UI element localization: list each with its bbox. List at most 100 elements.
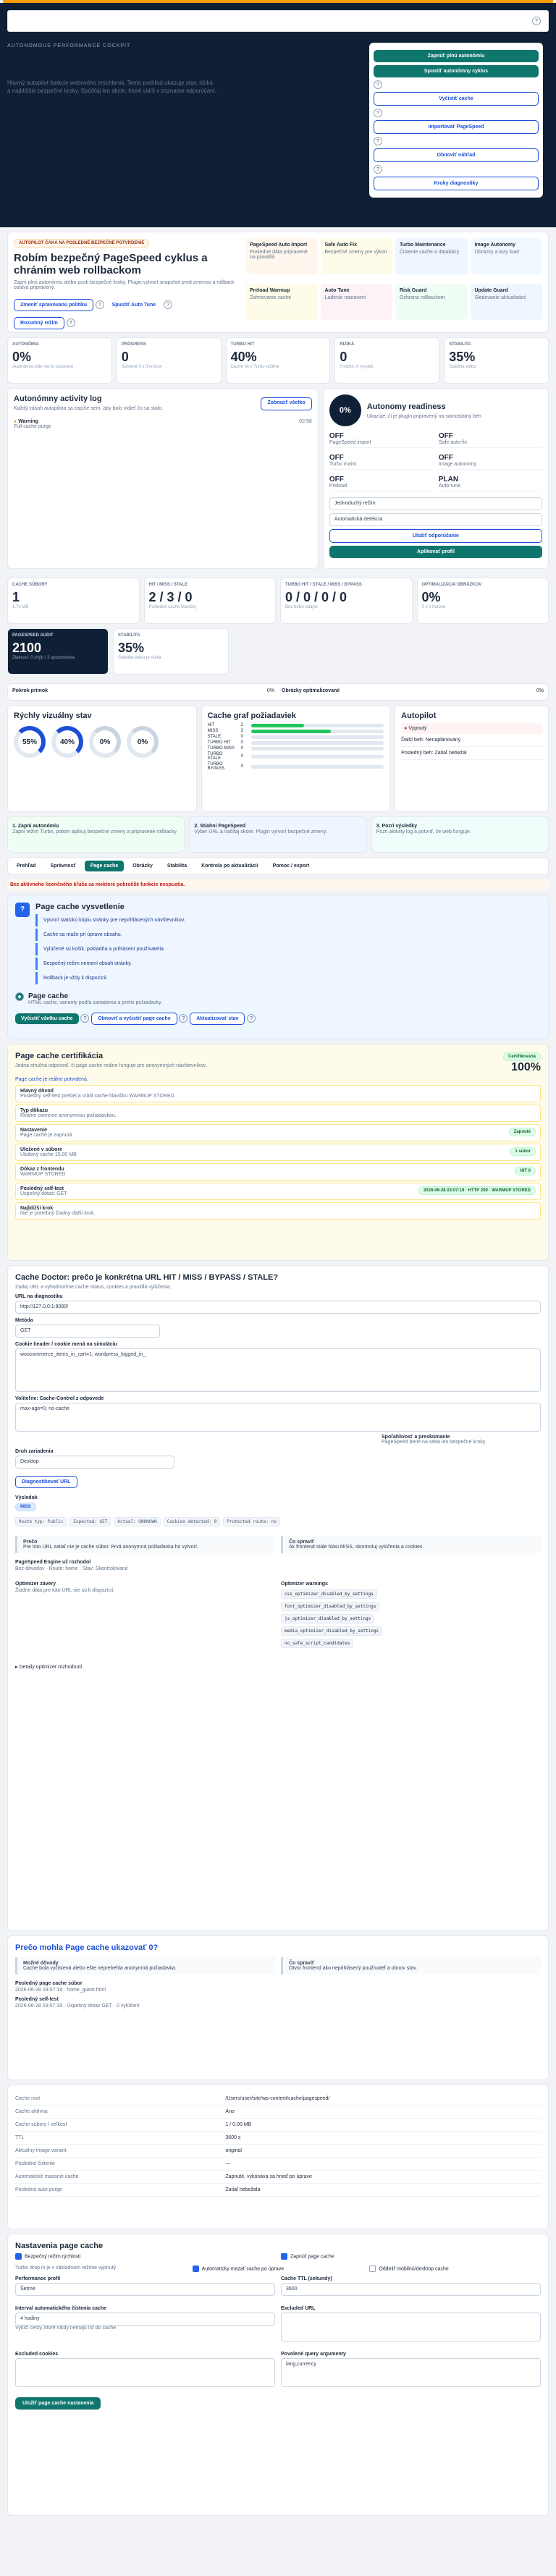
info-icon[interactable]: ? [374, 165, 382, 174]
cache-graph-bar [250, 746, 384, 751]
cert-sub: Jedna stručná odpoveď, či page cache reá… [15, 1063, 207, 1068]
apply-profile-button[interactable]: Aplikovať profil [329, 546, 542, 558]
enable-cache-checkbox[interactable] [15, 2253, 22, 2260]
query-args-textarea[interactable]: lang,currency [281, 2358, 541, 2387]
readiness-cell-value: PLAN [438, 476, 459, 483]
info-icon[interactable]: ? [95, 300, 104, 309]
save-settings-button[interactable]: Uložiť page cache nastavenia [15, 2397, 101, 2410]
info-icon[interactable]: ? [66, 318, 75, 327]
kpi-label: AUTONÓMIA [12, 342, 39, 347]
tab-item[interactable]: Prehľad [11, 861, 41, 871]
cookie-textarea[interactable]: woocommerce_items_in_cart=1; wordpress_l… [15, 1348, 541, 1392]
auto-tune-button[interactable]: Spustiť Auto Tune [106, 299, 162, 311]
tab-item[interactable]: Správnosť [44, 861, 81, 871]
status-ring: 0% [127, 726, 159, 758]
audit-value: 2100 [12, 641, 42, 655]
info-value: 3600 s [225, 2135, 241, 2140]
cache-graph-fill [250, 723, 304, 727]
url-input[interactable]: http://127.0.0.1:8080/ [15, 1301, 541, 1314]
update-state-button[interactable]: Aktualizovať stav [190, 1013, 245, 1025]
cache-graph-row: MISS 3 [208, 729, 384, 733]
safe-mode-label: Bezpečný režim rýchlosti [25, 2254, 81, 2260]
kpi-label: RIZIKÁ [340, 342, 355, 347]
method-select[interactable]: GET [15, 1325, 160, 1338]
run-cycle-button[interactable]: Spustiť autonómny cyklus [374, 65, 539, 77]
step-card: 3. Pozri výsledky Pozri aktivity log a po… [371, 816, 549, 853]
help-icon[interactable]: ? [532, 17, 541, 25]
reasonable-mode-button[interactable]: Rozumný režim [14, 316, 64, 329]
stat-card: HIT / MISS / STALE 2 / 3 / 0 Posledné cach… [143, 578, 276, 624]
cert-row-value: Nie je potrebný žiadny ďalší krok. [20, 1211, 96, 1216]
activity-item-time: 02:58 [299, 419, 312, 424]
purge-all-button[interactable]: Vyčistiť všetku cache [15, 1013, 79, 1024]
cache-graph-label: STALE [207, 735, 222, 739]
clear-cache-link[interactable]: Vyčistiť cache [374, 92, 539, 106]
excluded-url-label: Excluded URL [281, 2306, 316, 2311]
readiness-grid: OFF PageSpeed import OFF Safe auto-fix OFF Tu… [329, 432, 542, 491]
reasons-text: Cache bola vyčistená alebo ešte neprebeh… [23, 1966, 177, 1971]
steps-row: 1. Zapni autonómiu Zapni režim Turbo, pot… [7, 816, 549, 853]
show-all-button[interactable]: Zobraziť všetko [261, 397, 312, 410]
info-icon[interactable]: ? [374, 80, 382, 89]
tab-item[interactable]: Page cache [84, 861, 125, 871]
mode-select[interactable]: Jednoduchý režim [329, 497, 542, 510]
cert-row: Posledný self-test Úspešný dotaz: GET 2026… [15, 1183, 541, 1200]
profile-select[interactable]: Šetrné [15, 2283, 275, 2296]
cert-row-value: Uložený cache 15.00 MB [20, 1152, 77, 1157]
diagnostics-link[interactable]: Kroky diagnostiky [374, 177, 539, 190]
step-sub: Pozri aktivity log a potvrď, že web fung… [376, 829, 471, 835]
cc-textarea[interactable]: max-age=0, no-cache [15, 1403, 541, 1432]
info-key: Automatické mazanie cache [15, 2174, 79, 2179]
ttl-input[interactable]: 3600 [281, 2283, 541, 2296]
kpi-row: AUTONÓMIA 0% Autonómia ešte nie je spusten… [7, 337, 549, 384]
readiness-cell-label: Image autonomy [438, 462, 477, 467]
save-recommendation-button[interactable]: Uložiť odporúčanie [329, 529, 542, 543]
cert-row: Typ dôkazu Reálne overenie anonymnou poži… [15, 1105, 541, 1122]
step-sub: Vyber URL a načítaj skóre. Plugin vytvor… [194, 829, 327, 835]
tab-item[interactable]: Pomoc / export [267, 861, 316, 871]
info-icon[interactable]: ? [374, 109, 382, 117]
readiness-cell: PLAN Auto tune [438, 476, 542, 491]
interval-select[interactable]: 4 hodiny [15, 2313, 275, 2326]
change-policy-button[interactable]: Zmeniť spravovanú politiku [14, 298, 94, 311]
device-select[interactable]: Desktop [15, 1456, 174, 1469]
refresh-preview-link[interactable]: Obnoviť náhľad [374, 148, 539, 162]
kpi-value: 0 [121, 350, 129, 364]
info-icon[interactable]: ? [374, 137, 382, 145]
activity-subtitle: Každý zásah autopilota sa zapíše sem, ab… [14, 406, 164, 411]
enable-page-cache-checkbox[interactable] [281, 2253, 287, 2260]
refresh-purge-button[interactable]: Obnoviť a vyčistiť page cache [91, 1013, 177, 1025]
banner-pill: AUTOPILOT ČAKÁ NA POSLEDNÉ BEZPEČNÉ POTV… [14, 239, 150, 248]
cert-row-value: Reálne overenie anonymnou požiadavkou. [20, 1113, 117, 1118]
tab-item[interactable]: Kontrola po aktualizácii [195, 861, 264, 871]
page-cache-explainer: ? Page cache vysvetlenie Vytvorí statickú… [7, 895, 549, 1039]
auto-purge-checkbox[interactable] [192, 2265, 199, 2272]
info-icon[interactable]: ? [179, 1014, 188, 1023]
tab-item[interactable]: Obrázky [127, 861, 159, 871]
feature-tile: Safe Auto Fix Bezpečné zmeny pre výkon [320, 238, 392, 274]
import-pagespeed-link[interactable]: Importovať PageSpeed [374, 120, 539, 134]
excluded-url-textarea[interactable] [281, 2313, 541, 2341]
tab-item[interactable]: Stabilita [161, 861, 193, 871]
excluded-cookies-textarea[interactable] [15, 2358, 275, 2387]
cert-row-key: Uložené v súbore [20, 1147, 62, 1152]
info-icon[interactable]: ? [163, 300, 172, 309]
kpi-label: TURBO HIT [230, 342, 255, 347]
enable-autonomy-button[interactable]: Zapnúť plnú autonómiu [374, 50, 539, 62]
tile-title: Image Autonomy [474, 242, 516, 248]
ttl-label: Cache TTL (sekundy) [281, 2276, 332, 2281]
kpi-value: 35% [449, 350, 476, 364]
detect-select[interactable]: Automatická detekcia [329, 513, 542, 526]
info-row: TTL 3600 s [15, 2132, 541, 2145]
cert-rows: Hlavný dôvod Posledný self-test prešiel a… [15, 1085, 541, 1220]
diagnose-button[interactable]: Diagnostikovať URL [15, 1476, 77, 1488]
details-toggle[interactable]: ▸ Detaily optimizer rozhodnutí [15, 1664, 541, 1670]
kpi-sub: Splnené 0 z 3 krokov [121, 365, 162, 369]
stat-label: HIT / MISS / STALE [148, 583, 188, 587]
cache-icon: ◆ [15, 992, 24, 1001]
info-icon[interactable]: ? [80, 1014, 90, 1023]
enable-cache-label: Zapnúť page cache [290, 2254, 334, 2260]
split-device-checkbox[interactable] [369, 2265, 376, 2272]
stat-sub: 1.70 MB [12, 605, 29, 609]
info-icon[interactable]: ? [247, 1014, 256, 1023]
